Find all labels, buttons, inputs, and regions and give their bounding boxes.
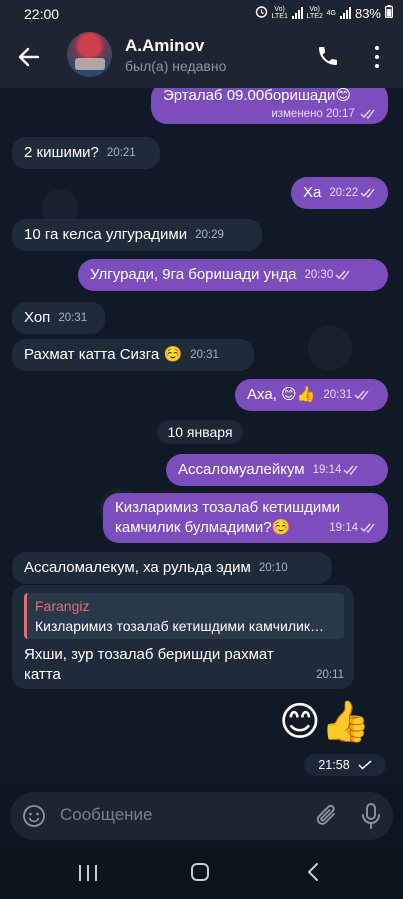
status-icons: Vo) LTE1 Vo) LTE2 4G 83% (255, 5, 394, 21)
message-time: 19:14 (329, 522, 358, 534)
signal-icon-sim1 (291, 7, 303, 19)
message-time: 19:14 (312, 464, 342, 476)
message-text: Яхши, зур тозалаб беришди рахмат (24, 646, 274, 663)
message-bubble-outgoing[interactable]: Эрталаб 09.00боришади😊 изменено 20:17 (151, 88, 388, 124)
message-text: Ха (303, 184, 322, 201)
message-text: Рахмат катта Сизга ☺️ (24, 346, 183, 363)
message-bubble-incoming[interactable]: Хоп 20:31 (12, 302, 105, 334)
microphone-icon[interactable] (360, 802, 382, 830)
double-check-icon (360, 188, 375, 198)
home-icon[interactable] (191, 863, 209, 881)
message-time: 20:22 (329, 187, 359, 199)
message-time: 20:21 (106, 147, 136, 159)
sim1-label: Vo) LTE1 (271, 6, 288, 20)
avatar[interactable] (67, 32, 112, 77)
message-text: Ассаломалекум, ха рульда эдим (24, 559, 251, 576)
message-time: 20:31 (323, 389, 353, 401)
network-type: 4G (326, 9, 336, 17)
message-bubble-incoming-reply[interactable]: Farangiz Кизларимиз тозалаб кетишдими ка… (12, 585, 354, 689)
message-text: Аха, 😊👍 (247, 386, 316, 403)
battery-icon (385, 5, 394, 21)
double-check-icon (354, 390, 369, 400)
message-text: Хоп (24, 309, 51, 326)
check-icon (358, 760, 372, 770)
message-text: 10 га келса улгурадими (24, 226, 188, 243)
message-time: 20:30 (304, 269, 334, 281)
chat-header: A.Aminov был(а) недавно (0, 28, 403, 88)
sim2-label: Vo) LTE2 (306, 6, 323, 20)
system-nav-bar (0, 848, 403, 899)
message-text: 2 кишими? (24, 144, 99, 161)
reply-quote[interactable]: Farangiz Кизларимиз тозалаб кетишдими ка… (24, 593, 344, 639)
message-text: Ассаломуалейкум (178, 461, 305, 478)
message-time: 20:31 (58, 312, 88, 324)
message-bubble-incoming[interactable]: Ассаломалекум, ха рульда эдим 20:10 (12, 552, 332, 584)
message-bubble-incoming[interactable]: 2 кишими? 20:21 (12, 137, 160, 169)
reply-author: Farangiz (35, 598, 90, 614)
message-text-line2: катта (24, 666, 61, 683)
message-time: 20:29 (195, 229, 224, 241)
message-bubble-outgoing[interactable]: Ассаломуалейкум 19:14 (166, 454, 388, 486)
emoji-message-time-badge: 21:58 (304, 754, 386, 776)
message-list[interactable]: Эрталаб 09.00боришади😊 изменено 20:17 2 … (0, 88, 403, 784)
message-time: 21:58 (318, 758, 350, 772)
double-check-icon (360, 523, 375, 533)
message-edited-time: изменено 20:17 (271, 108, 355, 120)
emoji-icon[interactable] (22, 804, 46, 828)
double-check-icon (343, 465, 358, 475)
reply-text: Кизларимиз тозалаб кетишдими камчилик бу… (35, 618, 327, 634)
message-bubble-outgoing[interactable]: Ха 20:22 (291, 177, 388, 209)
message-input[interactable]: Сообщение (60, 805, 153, 825)
message-text: Кизларимиз тозалаб кетишдими (115, 499, 341, 516)
message-time: 20:31 (190, 349, 219, 361)
message-bubble-incoming[interactable]: 10 га келса улгурадими 20:29 (12, 219, 262, 251)
double-check-icon (360, 109, 375, 119)
battery-percent: 83% (354, 5, 381, 21)
recents-icon[interactable] (79, 865, 97, 881)
double-check-icon (335, 270, 350, 280)
message-text: Улгуради, 9га боришади унда (90, 266, 297, 283)
emoji-message[interactable]: 😊👍 (279, 699, 371, 745)
contact-name[interactable]: A.Aminov (125, 36, 204, 56)
message-bubble-incoming[interactable]: Рахмат катта Сизга ☺️ 20:31 (12, 339, 254, 371)
message-bubble-outgoing[interactable]: Кизларимиз тозалаб кетишдими камчилик бу… (103, 493, 388, 543)
status-time: 22:00 (24, 6, 60, 22)
message-bubble-outgoing[interactable]: Аха, 😊👍 20:31 (235, 379, 388, 411)
message-bubble-outgoing[interactable]: Улгуради, 9га боришади унда 20:30 (78, 259, 388, 291)
message-time: 20:11 (316, 669, 344, 681)
back-icon[interactable] (306, 862, 320, 882)
signal-icon-sim2 (339, 7, 351, 19)
message-text-line2: камчилик булмадими?☺️ (115, 519, 291, 536)
date-separator: 10 января (157, 420, 243, 444)
message-composer: Сообщение (10, 792, 393, 840)
status-bar: 22:00 Vo) LTE1 Vo) LTE2 4G 83% (0, 0, 403, 28)
message-time: 20:10 (258, 562, 288, 574)
phone-icon[interactable] (316, 44, 340, 68)
paperclip-icon[interactable] (314, 802, 340, 830)
more-options-icon[interactable] (367, 44, 387, 70)
back-arrow-icon[interactable] (16, 44, 42, 70)
alarm-icon (255, 5, 268, 21)
contact-status: был(а) недавно (125, 58, 227, 74)
